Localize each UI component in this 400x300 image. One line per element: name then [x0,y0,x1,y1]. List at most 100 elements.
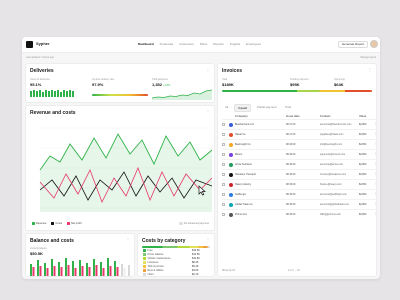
issue-date: 08.17.00 [286,133,296,136]
contact-email[interactable]: accounts@swiftlogix.com [320,193,347,196]
legend-profit[interactable]: Net profit [67,222,82,225]
category-value: $8.2K [192,261,199,264]
row-checkbox[interactable] [222,163,225,166]
table-row[interactable]: SwiftLogix 08.15.00 accounts@swiftlogix.co… [222,189,378,199]
invoice-value: $2,800 [359,163,367,166]
avatar[interactable] [370,40,378,48]
balance-kpi: Current balance $50.5K [30,247,47,256]
contact-email[interactable]: payables@hawai.com [320,133,343,136]
row-menu-icon[interactable]: ⋮ [374,162,377,165]
row-menu-icon[interactable]: ⋮ [374,142,377,145]
col-issue-date[interactable]: Issue date [286,114,300,118]
row-menu-icon[interactable]: ⋮ [374,202,377,205]
balance-bar-chart [30,258,130,276]
col-value[interactable]: Value [359,114,366,118]
contact-email[interactable]: payments@miners.com [320,153,345,156]
contact-email[interactable]: accounts@blueharmonic.com [320,123,352,126]
manage-layout-link[interactable]: Manage layout [360,56,376,59]
kpi-total-number: 1,352 [152,82,163,87]
row-checkbox[interactable] [222,203,225,206]
row-menu-icon[interactable]: ⋮ [374,172,377,175]
category-value: $4.6K [192,269,199,272]
table-row[interactable]: Hawai Inc. 08.17.00 payables@hawai.com $2,8… [222,129,378,139]
advanced-payment-toggle[interactable]: Do advanced payment [178,222,209,225]
contact-email[interactable]: accounts@arrow.com [320,163,343,166]
toggle-icon[interactable] [178,222,183,225]
revenue-line-chart [39,127,212,212]
kpi-total: Total deliveries 1,352 +1.8% [152,78,170,87]
nav-employees[interactable]: Employees [246,42,261,46]
issue-date: 08.15.00 [286,183,296,186]
contact-email[interactable]: finance@heavy.com [320,183,342,186]
row-checkbox[interactable] [222,133,225,136]
kpi-count-label: Count of deliveries [30,78,50,81]
row-checkbox[interactable] [222,123,225,126]
tab-partial-payment[interactable]: Partial payment [254,104,279,112]
col-contact[interactable]: Contact [320,114,330,118]
row-menu-icon[interactable]: ⋮ [374,122,377,125]
row-checkbox[interactable] [222,183,225,186]
nav-customers[interactable]: Customers [179,42,194,46]
row-checkbox[interactable] [222,153,225,156]
row-menu-icon[interactable]: ⋮ [374,152,377,155]
company-name: Global Trade Inc. [235,203,254,206]
legend-revenue[interactable]: Revenue [32,222,46,225]
tab-all[interactable]: All [222,104,231,112]
category-value: $10.6K [192,257,200,260]
row-checkbox[interactable] [222,143,225,146]
contact-email[interactable]: invoices@hexatone.com [320,173,346,176]
nav-dashboard[interactable]: Dashboard [138,42,154,46]
balance-title: Balance and costs [30,238,74,244]
category-item: Fuel [143,249,152,252]
logo-icon [26,41,33,48]
table-row[interactable]: Global Trade Inc. 08.15.00 accounts@global… [222,199,378,209]
table-row[interactable]: BeeFreight Co. 08.16.00 info@beefreight.co… [222,139,378,149]
table-row[interactable]: Arrow Solutions 08.16.00 accounts@arrow.co… [222,159,378,169]
col-company[interactable]: Company [235,114,248,118]
tab-paid[interactable]: Paid [282,104,294,112]
issue-date: 08.16.00 [286,143,296,146]
advanced-payment-label: Do advanced payment [183,222,209,225]
more-icon[interactable]: ⋮ [126,238,130,242]
row-menu-icon[interactable]: ⋮ [374,192,377,195]
row-checkbox[interactable] [222,173,225,176]
legend-costs-label: Costs [55,222,63,226]
company-logo-icon [229,172,233,177]
more-icon[interactable]: ⋮ [368,68,372,72]
show-by-select[interactable]: Show by 10 [222,269,235,272]
nav-plans[interactable]: Plans [200,42,208,46]
row-checkbox[interactable] [222,193,225,196]
company-logo-icon [229,162,233,167]
more-icon[interactable]: ⋮ [206,238,210,242]
table-row[interactable]: Hexatone Transport 08.16.00 invoices@hexat… [222,169,378,179]
issue-date: 08.16.00 [286,153,296,156]
table-row[interactable]: Heavy Industry 08.15.00 finance@heavy.com $… [222,179,378,189]
legend-costs[interactable]: Costs [51,222,62,225]
more-icon[interactable]: ⋮ [206,68,210,72]
table-row[interactable]: Miners 08.16.00 payments@miners.com $2,800 ⋮ [222,149,378,159]
generate-report-button[interactable]: Generate Report [338,41,368,48]
kpi-ontime-value: 97.9% [92,82,104,87]
row-menu-icon[interactable]: ⋮ [374,182,377,185]
nav-insights[interactable]: Insights [230,42,240,46]
contact-email[interactable]: info@beefreight.com [320,143,342,146]
issue-date: 08.15.00 [286,203,296,206]
category-value: $2.1K [192,273,199,276]
row-menu-icon[interactable]: ⋮ [374,212,377,215]
invoices-card: Invoices ⋮ Total $189K Pending payment $95… [217,63,378,277]
invoice-value: $2,800 [359,133,367,136]
contact-email[interactable]: billing@primus.com [320,213,341,216]
contact-email[interactable]: accounts@globaltrade.com [320,203,349,206]
table-row[interactable]: Blueharmonic Ltd. 08.17.00 accounts@blueha… [222,119,378,129]
tab-unpaid[interactable]: Unpaid [234,104,251,112]
row-menu-icon[interactable]: ⋮ [374,132,377,135]
nav-reports[interactable]: Reports [213,42,224,46]
kpi-total-badge: +1.8% [163,84,171,87]
pagination[interactable]: 1 2 3 ... 10 [288,269,300,272]
row-checkbox[interactable] [222,213,225,216]
table-row[interactable]: Primus Ltd. 08.15.00 billing@primus.com $2,… [222,209,378,219]
more-icon[interactable]: ⋮ [206,110,210,114]
nav-financials[interactable]: Financials [160,42,174,46]
category-item: Tolls & permits [143,265,164,268]
company-logo-icon [229,152,233,157]
